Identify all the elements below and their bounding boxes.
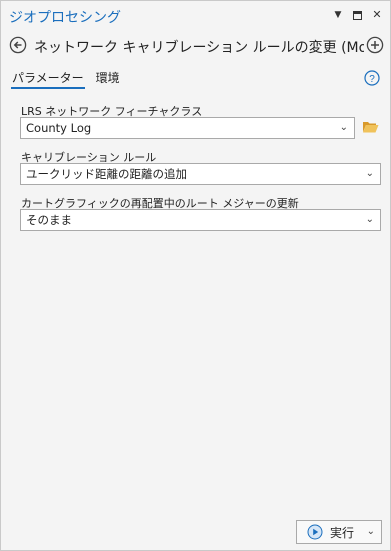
run-play-icon	[307, 524, 323, 540]
svg-text:?: ?	[369, 74, 375, 85]
run-dropdown-chevron-icon[interactable]: ⌄	[367, 526, 375, 537]
measure-update-select[interactable]: そのまま ⌄	[20, 209, 381, 231]
chevron-down-icon: ⌄	[339, 122, 348, 133]
geoprocessing-pane: ジオプロセシング ▼ ✕ ネットワーク キャリブレーション ルールの変更 (Mo…	[0, 0, 391, 551]
tool-header: ネットワーク キャリブレーション ルールの変更 (Modify N...	[1, 33, 390, 59]
pane-title: ジオプロセシング	[9, 10, 121, 26]
network-select[interactable]: County Log ⌄	[20, 117, 355, 139]
tool-title: ネットワーク キャリブレーション ルールの変更 (Modify N...	[34, 40, 364, 56]
run-label: 実行	[330, 525, 355, 540]
run-button[interactable]: 実行 ⌄	[296, 520, 382, 544]
window-controls: ▼ ✕	[333, 9, 382, 21]
calibration-rule-select[interactable]: ユークリッド距離の距離の追加 ⌄	[20, 163, 381, 185]
back-arrow-icon[interactable]	[9, 36, 27, 54]
folder-open-icon[interactable]	[362, 120, 379, 134]
measure-update-value: そのまま	[26, 213, 72, 227]
network-value: County Log	[26, 121, 92, 135]
chevron-down-icon: ⌄	[365, 214, 374, 225]
chevron-down-icon: ⌄	[365, 168, 374, 179]
calibration-rule-value: ユークリッド距離の距離の追加	[26, 167, 187, 181]
restore-icon[interactable]	[353, 11, 362, 20]
close-icon[interactable]: ✕	[372, 9, 382, 21]
tab-parameters[interactable]: パラメーター	[11, 69, 85, 89]
help-icon[interactable]: ?	[364, 70, 380, 86]
pane-titlebar: ジオプロセシング ▼ ✕	[1, 1, 390, 31]
add-circle-icon[interactable]	[366, 36, 384, 54]
tool-tabs: パラメーター 環境	[11, 69, 121, 91]
chevron-down-icon[interactable]: ▼	[333, 9, 343, 21]
tab-environments[interactable]: 環境	[95, 69, 121, 89]
